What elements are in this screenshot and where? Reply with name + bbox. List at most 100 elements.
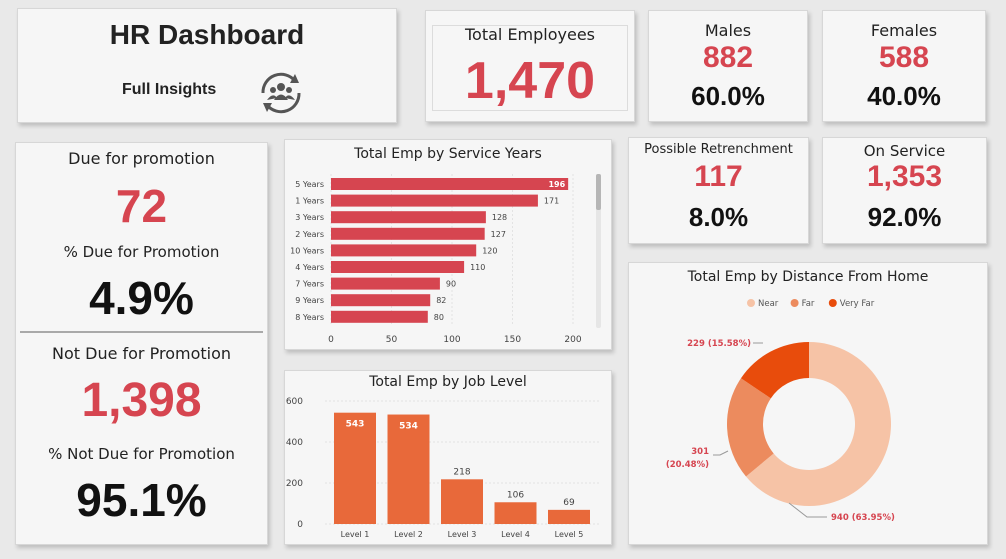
x-tick-label: 0 <box>328 335 334 345</box>
data-label: 171 <box>544 197 559 206</box>
header-card: HR Dashboard Full Insights <box>17 8 397 123</box>
bar <box>441 479 483 524</box>
data-label: 218 <box>453 467 470 477</box>
category-label: Level 3 <box>448 530 477 539</box>
x-tick-label: 50 <box>386 335 398 345</box>
bar <box>548 509 590 524</box>
leader-line <box>713 450 729 456</box>
data-label: 940 (63.95%) <box>831 513 895 523</box>
category-label: 5 Years <box>295 180 324 189</box>
team-refresh-icon <box>261 72 301 114</box>
data-label: 127 <box>491 230 506 239</box>
category-label: Level 4 <box>501 530 530 539</box>
total-employees-card: Total Employees 1,470 <box>425 10 635 122</box>
bar <box>331 194 538 207</box>
legend-label: Far <box>802 299 815 309</box>
service-years-chart-card: Total Emp by Service Years 0 50 100 150 200 5… <box>284 139 612 350</box>
females-label: Females <box>870 21 938 40</box>
data-label: 229 (15.58%) <box>687 339 751 349</box>
category-label: 9 Years <box>295 296 324 305</box>
category-label: 4 Years <box>295 263 324 272</box>
category-label: 3 Years <box>295 213 324 222</box>
retrenchment-card: Possible Retrenchment 117 8.0% <box>628 137 809 244</box>
due-promotion-pct: 4.9% <box>89 272 194 324</box>
total-employees-value: 1,470 <box>464 52 596 110</box>
y-tick-label: 0 <box>297 520 303 530</box>
category-label: 2 Years <box>295 230 324 239</box>
males-card: Males 882 60.0% <box>648 10 808 122</box>
bar <box>331 178 569 190</box>
divider <box>20 331 263 333</box>
x-tick-label: 200 <box>564 335 581 345</box>
job-level-chart: 0 200 400 600 543 Level 1 534 Level 2 218 Level 3… <box>286 397 600 539</box>
not-due-promotion-value: 1,398 <box>81 374 202 427</box>
data-label: 301 <box>691 447 709 457</box>
bar <box>331 310 428 323</box>
category-label: Level 2 <box>394 530 423 539</box>
dashboard-title: HR Dashboard <box>109 19 305 50</box>
x-tick-label: 150 <box>504 335 521 345</box>
data-label: 110 <box>470 263 485 272</box>
retrenchment-value: 117 <box>694 160 743 193</box>
on-service-pct: 92.0% <box>867 202 942 232</box>
on-service-label: On Service <box>863 142 946 160</box>
males-value: 882 <box>702 41 754 74</box>
distance-chart: Near Far Very Far 940 (63.95%) 301 (20.48%) 22… <box>666 299 895 523</box>
bar <box>331 244 477 257</box>
due-promotion-value: 72 <box>115 180 168 232</box>
data-label: 128 <box>492 213 507 222</box>
dashboard-subtitle: Full Insights <box>122 81 217 98</box>
data-label: 106 <box>507 490 524 500</box>
bar <box>331 227 485 240</box>
bar <box>494 502 537 524</box>
legend-marker <box>828 299 837 307</box>
x-tick-label: 100 <box>443 335 460 345</box>
category-label: 8 Years <box>295 313 324 322</box>
category-label: Level 1 <box>341 530 370 539</box>
bar <box>331 261 465 273</box>
service-years-chart: 0 50 100 150 200 5 Years 196 1 Years 171 3 Years 1… <box>290 174 582 345</box>
total-employees-label: Total Employees <box>464 25 596 44</box>
data-label: 82 <box>436 296 446 305</box>
bar <box>331 294 431 307</box>
due-promotion-pct-label: % Due for Promotion <box>63 243 220 261</box>
category-label: 1 Years <box>295 197 324 206</box>
not-due-promotion-pct: 95.1% <box>76 474 207 526</box>
males-label: Males <box>704 21 752 40</box>
females-pct: 40.0% <box>867 81 941 111</box>
scrollbar[interactable] <box>596 174 601 328</box>
data-label: 196 <box>548 180 565 189</box>
promotion-card: Due for promotion 72 % Due for Promotion… <box>15 142 268 545</box>
category-label: 10 Years <box>290 246 324 255</box>
y-tick-label: 200 <box>286 479 303 489</box>
y-tick-label: 600 <box>286 397 303 407</box>
retrenchment-pct: 8.0% <box>688 202 749 232</box>
on-service-card: On Service 1,353 92.0% <box>822 137 987 244</box>
data-label: 543 <box>346 420 365 430</box>
job-level-chart-card: Total Emp by Job Level 0 200 400 600 543 Leve… <box>284 370 612 545</box>
females-card: Females 588 40.0% <box>822 10 986 122</box>
not-due-promotion-pct-label: % Not Due for Promotion <box>48 445 235 463</box>
due-promotion-label: Due for promotion <box>68 149 215 168</box>
category-label: 7 Years <box>295 280 324 289</box>
bar <box>331 211 486 224</box>
category-label: Level 5 <box>555 530 584 539</box>
legend-marker <box>747 299 755 307</box>
y-tick-label: 400 <box>286 438 303 448</box>
data-label: (20.48%) <box>666 460 709 470</box>
females-value: 588 <box>878 41 930 74</box>
data-label: 80 <box>434 313 444 322</box>
bar <box>331 277 440 290</box>
males-pct: 60.0% <box>691 81 765 111</box>
data-label: 90 <box>446 280 456 289</box>
legend-label: Near <box>758 299 779 309</box>
not-due-promotion-label: Not Due for Promotion <box>52 344 231 363</box>
distance-chart-card: Total Emp by Distance From Home Near Far V… <box>628 262 988 545</box>
retrenchment-label: Possible Retrenchment <box>644 142 793 157</box>
on-service-value: 1,353 <box>866 160 943 193</box>
legend-marker <box>790 299 799 307</box>
data-label: 534 <box>399 422 418 432</box>
legend-label: Very Far <box>840 299 875 309</box>
data-label: 120 <box>482 246 497 255</box>
data-label: 69 <box>563 498 575 508</box>
